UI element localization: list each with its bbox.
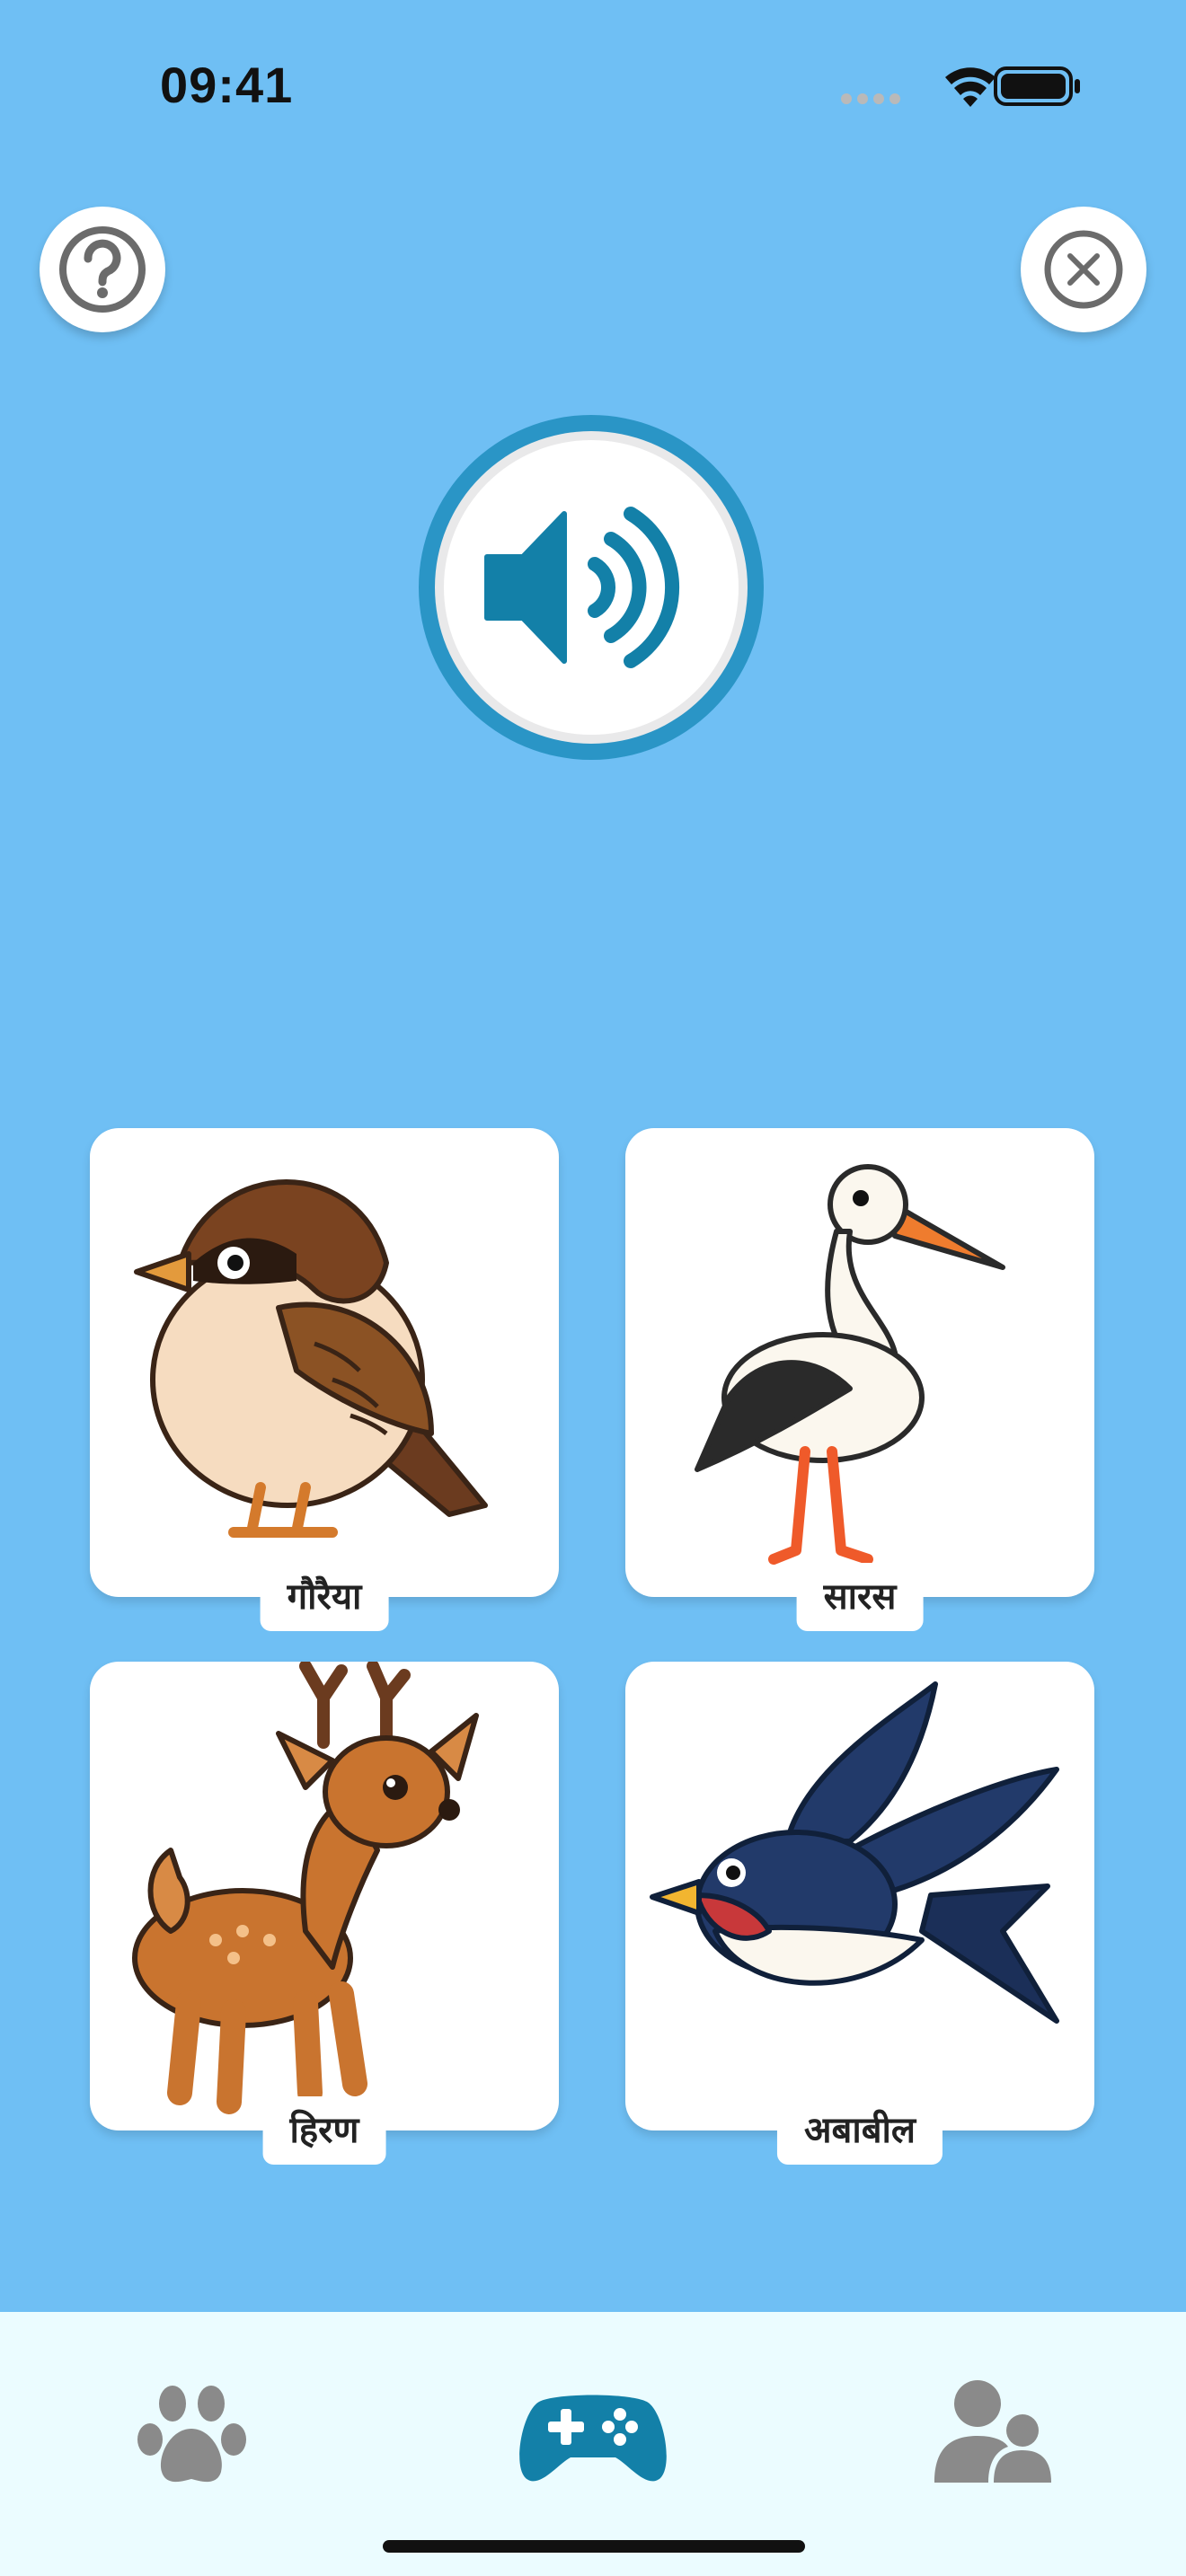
battery-icon xyxy=(994,66,1080,106)
stork-image xyxy=(695,1164,1005,1565)
option-card-swallow[interactable]: अबाबील xyxy=(625,1662,1094,2165)
wifi-icon xyxy=(945,67,996,107)
tab-games[interactable] xyxy=(503,2357,683,2501)
tab-animals[interactable] xyxy=(108,2357,288,2501)
users-icon xyxy=(934,2380,1051,2483)
paw-icon xyxy=(137,2386,246,2483)
tab-profile[interactable] xyxy=(898,2357,1078,2501)
speaker-volume-icon xyxy=(484,507,679,668)
question-circle-icon xyxy=(59,226,146,313)
status-time: 09:41 xyxy=(160,57,294,113)
play-sound-button[interactable] xyxy=(419,415,764,760)
home-indicator xyxy=(383,2540,805,2553)
help-button[interactable] xyxy=(40,207,165,332)
option-label: गौरैया xyxy=(260,1563,389,1631)
status-icons xyxy=(836,63,1087,110)
gamepad-icon xyxy=(519,2395,667,2482)
tab-bar xyxy=(0,2312,1186,2576)
close-circle-icon xyxy=(1044,230,1123,309)
status-bar: 09:41 xyxy=(0,0,1186,180)
option-card-sparrow[interactable]: गौरैया xyxy=(90,1128,559,1631)
option-label: हिरण xyxy=(262,2096,386,2165)
option-label: अबाबील xyxy=(776,2096,943,2165)
signal-dots-icon xyxy=(841,93,900,104)
close-button[interactable] xyxy=(1021,207,1146,332)
option-card-deer[interactable]: हिरण xyxy=(90,1662,559,2165)
option-label: सारस xyxy=(796,1563,924,1631)
sparrow-image xyxy=(134,1179,488,1538)
swallow-image xyxy=(650,1681,1059,2024)
deer-image xyxy=(132,1662,479,2114)
option-card-stork[interactable]: सारस xyxy=(625,1128,1094,1631)
